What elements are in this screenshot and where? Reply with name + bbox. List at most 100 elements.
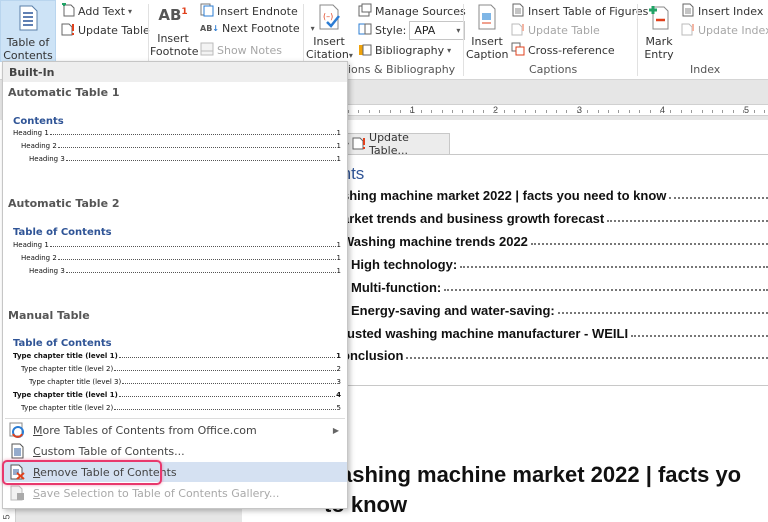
insert-caption-label-1: Insert [471, 35, 503, 48]
ruler-tick [368, 110, 370, 113]
gallery-subtitle: Table of Contents [13, 338, 112, 349]
toc-entry[interactable]: arket trends and business growth forecas… [342, 208, 768, 226]
mark-entry-button[interactable]: Mark Entry [640, 4, 678, 61]
ruler-tick [524, 110, 526, 113]
toc-field-border [340, 154, 768, 155]
ruler-tick [431, 110, 433, 113]
table-of-contents-icon [1, 5, 55, 34]
footnote-icon: AB1 [158, 6, 188, 24]
manage-sources-button[interactable]: Manage Sources [358, 3, 466, 20]
add-text-icon [61, 2, 75, 20]
insert-footnote-button[interactable]: AB1 Insert Footnote [150, 6, 199, 58]
ruler-tick [587, 110, 589, 113]
insert-caption-label-2: Caption [466, 48, 509, 61]
next-footnote-button[interactable]: AB↓ Next Footnote ▾ [200, 22, 315, 35]
gallery-line: Heading 11 [13, 241, 341, 249]
style-label: Style: [375, 24, 407, 37]
update-table-field-button[interactable]: ▾ Update Table... [340, 131, 450, 157]
table-of-contents-button[interactable]: Table of Contents ▾ [0, 0, 56, 74]
mark-entry-icon [640, 4, 678, 33]
remove-toc-label: Remove Table of Contents [33, 465, 177, 479]
toc-entry[interactable]: onclusion [342, 345, 768, 363]
gallery-line: Type chapter title (level 1) 4 [13, 391, 341, 399]
toc-entry[interactable]: Energy-saving and water-saving: [351, 300, 768, 318]
update-table-captions-button[interactable]: Update Table [511, 22, 600, 39]
toc-entry-text: Washing machine trends 2022 [342, 234, 528, 249]
ruler-tick [358, 110, 360, 113]
ruler-tick [660, 110, 661, 113]
update-index-button[interactable]: Update Index [681, 22, 768, 39]
update-table-icon [61, 22, 75, 39]
heading-line-1: ashing machine market 2022 | facts yo [340, 462, 742, 487]
ruler-tick [691, 110, 693, 113]
insert-citation-label-1: Insert [313, 35, 345, 48]
gallery-line: Heading 31 [29, 267, 341, 275]
toc-entry[interactable]: shing machine market 2022 | facts you ne… [342, 185, 768, 203]
toc-entry-text: Multi-function: [351, 280, 442, 295]
toc-field-border [340, 385, 768, 386]
toc-entry-text: onclusion [342, 348, 404, 363]
toc-entry[interactable]: Washing machine trends 2022 [342, 231, 768, 249]
show-notes-button[interactable]: Show Notes [200, 42, 282, 59]
ruler-tick [400, 110, 401, 113]
gallery-manual-table[interactable]: Manual Table Table of Contents Type chap… [3, 302, 347, 414]
style-dropdown[interactable]: APA ▾ [409, 21, 466, 40]
style-icon [358, 22, 372, 39]
ruler-tick [722, 110, 724, 113]
gallery-line: Type chapter title (level 1) 1 [13, 352, 341, 360]
mark-entry-label-1: Mark [645, 35, 673, 48]
toc-button-label-1: Table of [6, 36, 50, 49]
horizontal-ruler[interactable]: 1 2 3 4 5 [340, 104, 768, 116]
ruler-tick [732, 110, 734, 113]
bibliography-label: Bibliography [375, 44, 445, 57]
ruler-tick [649, 110, 651, 113]
gallery-title: Automatic Table 1 [8, 86, 120, 99]
bibliography-button[interactable]: Bibliography ▾ [358, 42, 451, 59]
gallery-line: Type chapter title (level 2) 5 [21, 404, 341, 412]
insert-index-button[interactable]: Insert Index [681, 3, 763, 20]
toc-entry[interactable]: rusted washing machine manufacturer - WE… [342, 323, 768, 341]
save-selection-to-gallery-item[interactable]: Save Selection to Table of Contents Gall… [3, 483, 347, 503]
gallery-automatic-table-1[interactable]: Automatic Table 1 Contents Heading 11 He… [3, 82, 347, 182]
add-text-button[interactable]: Add Text ▾ [61, 2, 132, 20]
gallery-line: Type chapter title (level 3) 3 [29, 378, 341, 386]
ruler-tick [743, 110, 745, 113]
update-table-label: Update Table [78, 24, 150, 37]
insert-endnote-button[interactable]: Insert Endnote [200, 3, 298, 20]
insert-caption-button[interactable]: Insert Caption [466, 4, 508, 61]
show-notes-icon [200, 42, 214, 59]
table-of-figures-icon [511, 3, 525, 20]
ruler-tick [712, 110, 713, 113]
update-table-button[interactable]: Update Table [61, 22, 150, 39]
gallery-title: Manual Table [8, 309, 90, 322]
save-selection-icon [9, 485, 25, 501]
more-tables-of-contents-item[interactable]: More Tables of Contents from Office.com … [3, 420, 347, 440]
gallery-automatic-table-2[interactable]: Automatic Table 2 Table of Contents Head… [3, 190, 347, 290]
document-heading: ashing machine market 2022 | facts yo to… [324, 460, 741, 520]
insert-table-of-figures-button[interactable]: Insert Table of Figures [511, 3, 648, 20]
custom-table-of-contents-item[interactable]: Custom Table of Contents... [3, 441, 347, 461]
svg-text:(–): (–) [323, 12, 333, 21]
toc-entry-text: arket trends and business growth forecas… [342, 211, 605, 226]
ruler-tick [566, 110, 568, 113]
ruler-number: 5 [1, 514, 12, 520]
toc-entry[interactable]: High technology: [351, 254, 768, 272]
toc-entry[interactable]: Multi-function: [351, 277, 768, 295]
cross-reference-icon [511, 42, 525, 59]
ruler-tick [597, 110, 599, 113]
table-of-contents-menu: Built-In Automatic Table 1 Contents Head… [2, 61, 348, 509]
gallery-subtitle: Table of Contents [13, 227, 112, 238]
insert-citation-button[interactable]: (–) Insert Citation▾ [306, 4, 353, 62]
insert-index-label: Insert Index [698, 5, 764, 18]
index-group-label: Index [690, 63, 721, 76]
ruler-tick [556, 110, 557, 113]
ruler-tick [545, 110, 547, 113]
add-text-label: Add Text [78, 5, 126, 18]
remove-table-of-contents-item[interactable]: Remove Table of Contents [3, 462, 347, 482]
save-selection-label: Save Selection to Table of Contents Gall… [33, 486, 280, 500]
caption-icon [466, 4, 508, 33]
citations-group-label: ions & Bibliography [348, 63, 456, 76]
ruler-tick [680, 110, 682, 113]
cross-reference-button[interactable]: Cross-reference [511, 42, 615, 59]
bibliography-icon [358, 42, 372, 59]
